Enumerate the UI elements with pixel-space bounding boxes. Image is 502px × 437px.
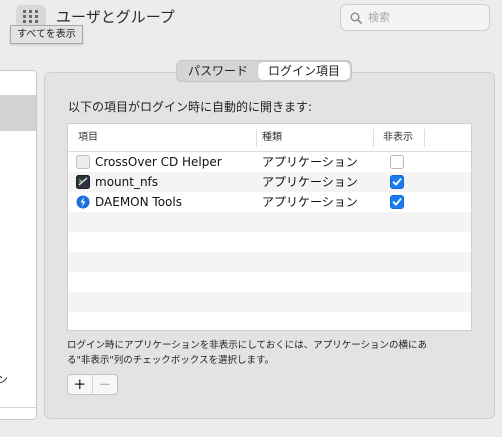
tab-login-items[interactable]: ログイン項目: [258, 62, 351, 80]
item-name: DAEMON Tools: [95, 195, 182, 209]
grid-icon: [23, 10, 38, 23]
column-header-hide[interactable]: 非表示: [383, 124, 413, 152]
item-name: CrossOver CD Helper: [95, 155, 222, 169]
hide-instructions-line: る"非表示"列のチェックボックスを選択します。: [67, 355, 275, 366]
crossover-icon: [76, 155, 90, 169]
toolbar: ユーザとグループ すべてを表示: [0, 0, 502, 44]
empty-row: [68, 312, 471, 330]
table-row[interactable]: CrossOver CD Helper アプリケーション: [68, 152, 471, 172]
remove-login-item-button[interactable]: −: [93, 375, 117, 394]
column-divider: [373, 129, 374, 147]
search-field[interactable]: [340, 4, 490, 31]
window-title: ユーザとグループ: [56, 8, 175, 26]
empty-row: [68, 272, 471, 292]
tab-password[interactable]: パスワード: [178, 62, 258, 80]
empty-row: [68, 292, 471, 312]
users-list[interactable]: ン: [0, 70, 37, 420]
hide-checkbox[interactable]: [390, 195, 404, 209]
item-kind: アプリケーション: [262, 155, 358, 169]
item-kind: アプリケーション: [262, 175, 358, 189]
add-remove-control: + −: [67, 374, 118, 395]
item-name-cell: mount_nfs: [76, 172, 158, 192]
selected-user-row[interactable]: [0, 95, 36, 131]
show-all-tooltip: すべてを表示: [10, 25, 83, 44]
empty-row: [68, 232, 471, 252]
item-kind: アプリケーション: [262, 195, 358, 209]
table-row[interactable]: DAEMON Tools アプリケーション: [68, 192, 471, 212]
terminal-exec-icon: [76, 175, 90, 189]
users-and-groups-window: ユーザとグループ すべてを表示 ン パスワード ログイン項目 以下の項目がログイ…: [0, 0, 502, 437]
checkmark-icon: [392, 178, 402, 186]
column-header-item[interactable]: 項目: [78, 124, 98, 152]
item-name-cell: DAEMON Tools: [76, 192, 182, 212]
table-row[interactable]: mount_nfs アプリケーション: [68, 172, 471, 192]
login-items-description: 以下の項目がログイン時に自動的に開きます:: [68, 100, 313, 114]
tab-bar: パスワード ログイン項目: [176, 60, 353, 82]
hide-checkbox[interactable]: [390, 175, 404, 189]
login-items-table: 項目 種類 非表示 CrossOver CD Helper アプリケーション m…: [67, 123, 472, 331]
hide-instructions-line: ログイン時にアプリケーションを非表示にしておくには、アプリケーションの横にあ: [67, 340, 428, 351]
add-login-item-button[interactable]: +: [68, 375, 93, 394]
empty-row: [68, 252, 471, 272]
users-list-divider: [0, 407, 36, 408]
login-options-label[interactable]: ン: [0, 371, 8, 387]
empty-row: [68, 212, 471, 232]
search-input[interactable]: [368, 11, 478, 24]
hide-instructions: ログイン時にアプリケーションを非表示にしておくには、アプリケーションの横にあ る…: [67, 338, 477, 368]
checkmark-icon: [392, 198, 402, 206]
column-divider: [424, 129, 425, 147]
column-header-kind[interactable]: 種類: [262, 124, 282, 152]
item-name: mount_nfs: [95, 175, 159, 189]
table-header: 項目 種類 非表示: [68, 124, 471, 152]
item-name-cell: CrossOver CD Helper: [76, 152, 222, 172]
hide-checkbox[interactable]: [390, 155, 404, 169]
column-divider: [256, 129, 257, 147]
daemon-tools-icon: [76, 195, 90, 209]
search-icon: [350, 12, 362, 24]
